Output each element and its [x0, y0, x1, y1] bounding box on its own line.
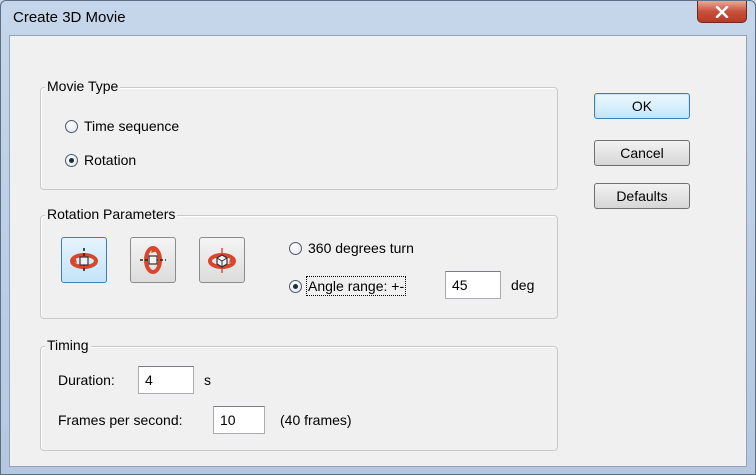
- close-button[interactable]: [697, 1, 747, 23]
- rotation-radio-circle[interactable]: [65, 153, 78, 167]
- title-bar[interactable]: Create 3D Movie: [1, 1, 755, 33]
- timing-title: Timing: [45, 337, 91, 353]
- angle-unit-label: deg: [511, 277, 535, 293]
- movie-type-group: Movie Type Time sequence Rotation: [40, 78, 558, 190]
- time-sequence-radio-circle[interactable]: [65, 119, 78, 133]
- rotate-horizontal-icon: [70, 248, 98, 273]
- rotate-3d-icon: [208, 248, 236, 273]
- angle-range-input[interactable]: 45: [445, 271, 501, 299]
- fps-input[interactable]: 10: [213, 406, 265, 434]
- close-icon: [715, 5, 729, 18]
- angle-range-radio[interactable]: Angle range: +-: [289, 276, 407, 296]
- time-sequence-radio[interactable]: Time sequence: [65, 118, 179, 134]
- duration-input[interactable]: 4: [138, 366, 194, 394]
- duration-unit-label: s: [204, 372, 211, 388]
- duration-label: Duration:: [58, 372, 115, 388]
- rotation-parameters-title: Rotation Parameters: [45, 206, 178, 222]
- window-title: Create 3D Movie: [13, 9, 126, 26]
- full-turn-radio-circle[interactable]: [289, 241, 302, 255]
- dialog-body: Movie Type Time sequence Rotation Rotati…: [9, 35, 747, 467]
- defaults-button[interactable]: Defaults: [594, 183, 690, 209]
- rotation-label: Rotation: [84, 152, 137, 168]
- rotation-radio[interactable]: Rotation: [65, 152, 136, 168]
- angle-range-radio-circle[interactable]: [289, 279, 302, 293]
- dialog-window: Create 3D Movie Movie Type Time sequence…: [0, 0, 756, 475]
- rotate-horizontal-button[interactable]: [61, 237, 107, 283]
- rotate-3d-button[interactable]: [199, 237, 245, 283]
- ok-button[interactable]: OK: [594, 93, 690, 119]
- cancel-button[interactable]: Cancel: [594, 140, 690, 166]
- rotation-parameters-group: Rotation Parameters 360 degrees turn Ang…: [40, 206, 558, 319]
- time-sequence-label: Time sequence: [84, 118, 180, 134]
- angle-range-label: Angle range: +-: [305, 276, 407, 296]
- rotate-vertical-button[interactable]: [130, 237, 176, 283]
- movie-type-title: Movie Type: [45, 78, 121, 94]
- timing-group: Timing Duration: 4 s Frames per second: …: [40, 337, 558, 451]
- full-turn-label: 360 degrees turn: [308, 240, 414, 256]
- full-turn-radio[interactable]: 360 degrees turn: [289, 240, 414, 256]
- rotate-vertical-icon: [140, 246, 166, 274]
- fps-label: Frames per second:: [58, 412, 183, 428]
- frame-count-label: (40 frames): [280, 412, 352, 428]
